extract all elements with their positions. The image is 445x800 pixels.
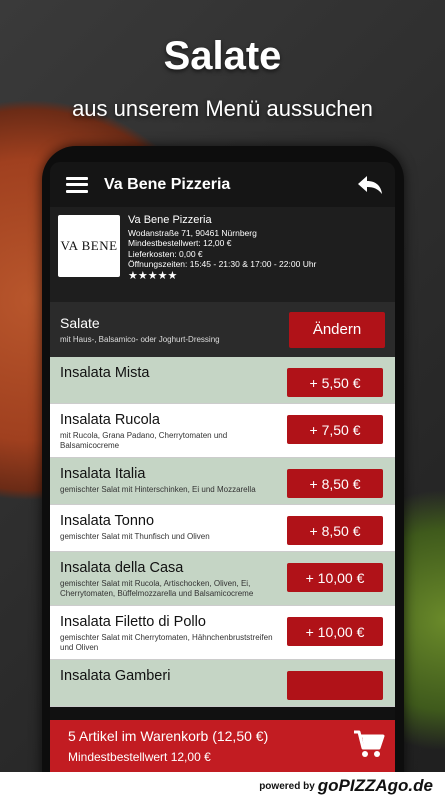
powered-by-text: powered by <box>259 780 315 792</box>
menu-item-description: gemischter Salat mit Rucola, Artischocke… <box>60 579 254 598</box>
restaurant-min-order: Mindestbestellwert: 12,00 € <box>128 238 232 248</box>
category-header: Salate mit Haus-, Balsamico- oder Joghur… <box>50 302 395 357</box>
menu-item-description: gemischter Salat mit Hinterschinken, Ei … <box>60 485 256 494</box>
footer-banner: powered by goPIZZAgo.de <box>0 772 445 800</box>
add-to-cart-button[interactable]: + 10,00 € <box>287 617 383 646</box>
rating-stars: ★★★★★ <box>128 269 178 282</box>
category-description: mit Haus-, Balsamico- oder Joghurt-Dress… <box>60 335 220 344</box>
add-to-cart-button[interactable]: + 5,50 € <box>287 368 383 397</box>
add-to-cart-button[interactable]: + 8,50 € <box>287 516 383 545</box>
menu-item[interactable]: Insalata Italia gemischter Salat mit Hin… <box>50 458 395 505</box>
back-arrow-icon[interactable] <box>355 170 385 200</box>
cart-bar[interactable]: 5 Artikel im Warenkorb (12,50 €) Mindest… <box>50 720 395 772</box>
add-to-cart-button[interactable] <box>287 671 383 700</box>
restaurant-logo: VA BENE <box>58 215 120 277</box>
menu-item-name: Insalata Italia <box>60 466 146 482</box>
menu-item-description: mit Rucola, Grana Padano, Cherrytomaten … <box>60 431 228 450</box>
menu-item-description: gemischter Salat mit Thunfisch und Olive… <box>60 532 210 541</box>
menu-item-name: Insalata Filetto di Pollo <box>60 614 206 630</box>
promo-headline: Salate <box>163 34 282 78</box>
menu-item[interactable]: Insalata Filetto di Pollo gemischter Sal… <box>50 606 395 660</box>
restaurant-details: Va Bene Pizzeria Wodanstraße 71, 90461 N… <box>128 215 316 294</box>
cart-min-order: Mindestbestellwert 12,00 € <box>68 750 211 764</box>
category-title: Salate <box>60 315 100 331</box>
restaurant-info: VA BENE Va Bene Pizzeria Wodanstraße 71,… <box>50 207 395 302</box>
menu-item-name: Insalata della Casa <box>60 560 184 576</box>
cart-summary: 5 Artikel im Warenkorb (12,50 €) <box>68 728 269 744</box>
add-to-cart-button[interactable]: + 8,50 € <box>287 469 383 498</box>
menu-item-list: Insalata Mista + 5,50 € Insalata Rucola … <box>50 357 395 707</box>
hamburger-menu-icon[interactable] <box>66 176 88 193</box>
brand-logo: goPIZZAgo.de <box>317 776 433 795</box>
restaurant-address: Wodanstraße 71, 90461 Nürnberg <box>128 227 257 238</box>
menu-item[interactable]: Insalata Mista + 5,50 € <box>50 357 395 404</box>
menu-item-name: Insalata Mista <box>60 365 150 381</box>
menu-item[interactable]: Insalata Gamberi <box>50 660 395 707</box>
app-screen: Va Bene Pizzeria VA BENE Va Bene Pizzeri… <box>50 162 395 772</box>
restaurant-name: Va Bene Pizzeria <box>128 214 212 226</box>
add-to-cart-button[interactable]: + 7,50 € <box>287 415 383 444</box>
menu-item-name: Insalata Gamberi <box>60 668 171 684</box>
shopping-cart-icon[interactable] <box>353 729 385 764</box>
change-category-button[interactable]: Ändern <box>289 311 385 348</box>
menu-item[interactable]: Insalata della Casa gemischter Salat mit… <box>50 552 395 606</box>
menu-item-name: Insalata Tonno <box>60 513 155 529</box>
restaurant-delivery-cost: Lieferkosten: 0,00 € <box>128 248 203 259</box>
menu-item[interactable]: Insalata Tonno gemischter Salat mit Thun… <box>50 505 395 552</box>
app-title: Va Bene Pizzeria <box>104 175 231 193</box>
menu-item[interactable]: Insalata Rucola mit Rucola, Grana Padano… <box>50 404 395 458</box>
promo-subheadline: aus unserem Menü aussuchen <box>72 96 373 121</box>
menu-item-name: Insalata Rucola <box>60 412 160 428</box>
restaurant-opening-hours: Öffnungszeiten: 15:45 - 21:30 & 17:00 - … <box>128 259 317 269</box>
menu-item-description: gemischter Salat mit Cherrytomaten, Hähn… <box>60 633 273 652</box>
app-bar: Va Bene Pizzeria <box>50 162 395 207</box>
add-to-cart-button[interactable]: + 10,00 € <box>287 563 383 592</box>
